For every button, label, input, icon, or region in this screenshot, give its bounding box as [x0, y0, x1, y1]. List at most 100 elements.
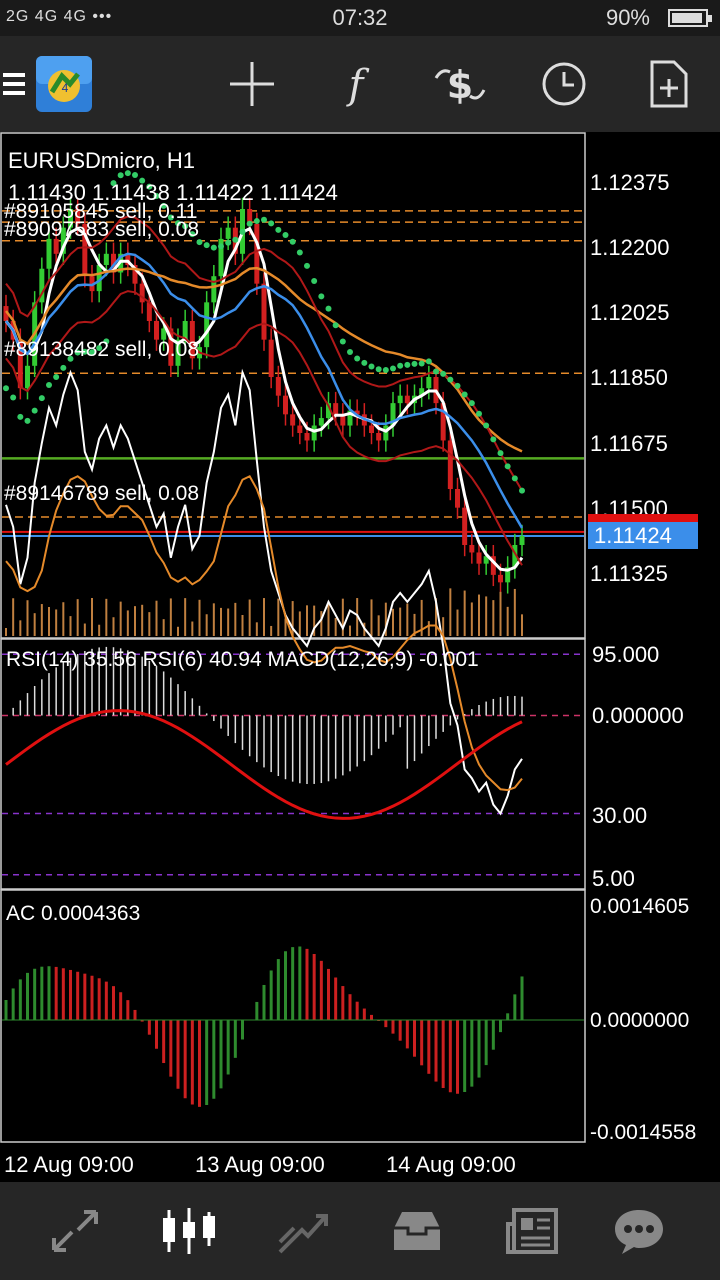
crosshair-icon[interactable] — [212, 36, 292, 132]
sar-dot — [289, 238, 296, 245]
sar-dot — [418, 360, 425, 367]
sar-dot — [46, 382, 52, 388]
chat-bubble-icon[interactable] — [584, 1182, 694, 1280]
sar-dot — [390, 365, 396, 372]
sar-dot — [476, 410, 482, 417]
candle-body — [254, 223, 260, 284]
time-label: 12 Aug 09:00 — [4, 1152, 134, 1177]
sar-dot — [490, 436, 497, 443]
candlestick-icon[interactable] — [134, 1182, 244, 1280]
candle-body — [297, 425, 303, 433]
sar-dot — [10, 394, 17, 401]
candle-body — [404, 395, 410, 404]
candle-body — [426, 377, 432, 389]
rsi-tick: 30.00 — [592, 803, 648, 828]
sar-dot — [318, 293, 325, 300]
sar-dot — [210, 244, 217, 251]
sar-dot — [339, 338, 346, 345]
sar-dot — [382, 367, 389, 374]
order-label: #89146789 sell, 0.08 — [4, 482, 199, 505]
candle-body — [225, 227, 231, 239]
candle-body — [25, 365, 30, 389]
sar-dot — [332, 322, 339, 329]
sar-dot — [232, 236, 239, 243]
sar-dot — [425, 358, 432, 365]
svg-text:4: 4 — [62, 81, 69, 95]
hamburger-menu-icon[interactable] — [0, 36, 30, 132]
ac-tick: -0.0014558 — [590, 1121, 697, 1144]
inbox-icon[interactable] — [362, 1182, 472, 1280]
metatrader-logo-icon[interactable]: 4 — [30, 36, 98, 132]
ac-tick: 0.0000000 — [590, 1009, 690, 1032]
sar-dot — [440, 370, 447, 377]
candle-body — [318, 418, 324, 426]
candle-body — [476, 552, 482, 564]
price-tick: 1.11850 — [590, 365, 668, 390]
sar-dot — [261, 216, 267, 223]
battery-percent: 90% — [605, 5, 650, 30]
price-tick: 1.12375 — [590, 170, 670, 195]
top-toolbar: 4 f $ — [0, 36, 720, 132]
price-red-marker — [588, 514, 698, 522]
sar-dot — [504, 463, 511, 470]
sar-dot — [361, 359, 368, 366]
candle-body — [261, 283, 267, 340]
price-tick: 1.11325 — [590, 561, 668, 586]
candle-body — [211, 276, 217, 303]
arrows-updown-icon[interactable] — [20, 1182, 130, 1280]
sar-dot — [60, 364, 67, 371]
candle-body — [369, 425, 374, 433]
sar-dot — [296, 249, 303, 256]
candle-body — [455, 489, 460, 508]
clock-icon[interactable] — [524, 36, 604, 132]
new-document-icon[interactable] — [628, 36, 708, 132]
candle-body — [46, 238, 52, 269]
candle-body — [154, 321, 159, 340]
candle-body — [469, 545, 475, 553]
candle-body — [376, 433, 382, 441]
dollar-exchange-icon[interactable]: $ — [420, 36, 500, 132]
current-price-badge: 1.11424 — [588, 522, 698, 549]
sar-dot — [282, 231, 289, 238]
candle-body — [519, 536, 525, 545]
sar-dot — [253, 218, 260, 225]
sar-dot — [433, 368, 439, 375]
candle-body — [311, 425, 317, 441]
symbol-label: EURUSDmicro, H1 — [8, 148, 196, 173]
sar-dot — [218, 243, 224, 250]
sar-dot — [483, 422, 490, 429]
sar-dot — [368, 363, 375, 370]
sar-dot — [461, 391, 468, 398]
newspaper-icon[interactable] — [478, 1182, 588, 1280]
candle-body — [304, 433, 310, 441]
candle-body — [498, 574, 503, 583]
rsi-label: RSI(14) 35.56 RSI(6) 40.94 MACD(12,26,9)… — [6, 648, 479, 671]
sar-dot — [325, 305, 332, 312]
svg-text:f: f — [346, 62, 370, 108]
sar-dot — [311, 278, 318, 285]
sar-dot — [519, 487, 525, 494]
sar-dot — [268, 220, 275, 227]
battery-icon — [668, 9, 712, 27]
function-f-icon[interactable]: f — [316, 36, 396, 132]
sar-dot — [17, 413, 24, 420]
order-label: #89097583 sell, 0.08 — [4, 218, 199, 241]
candle-body — [333, 403, 339, 415]
candle-body — [103, 253, 109, 265]
sar-dot — [3, 385, 9, 392]
sar-dot — [454, 382, 461, 389]
rsi-tick: 95.000 — [592, 642, 660, 667]
sar-dot — [411, 360, 418, 367]
sar-dot — [511, 475, 518, 482]
sar-dot — [246, 220, 253, 227]
sar-dot — [447, 376, 454, 383]
trade-trend-icon[interactable] — [248, 1182, 358, 1280]
sar-dot — [397, 362, 404, 369]
price-tick: 1.12025 — [590, 300, 670, 325]
rsi-tick: 5.00 — [592, 866, 635, 891]
ac-plot — [2, 946, 584, 1107]
sar-dot — [53, 374, 60, 380]
time-label: 14 Aug 09:00 — [386, 1152, 516, 1177]
sar-dot — [225, 239, 232, 246]
status-bar: 2G 4G 4G ••• 07:32 90% — [0, 0, 720, 36]
